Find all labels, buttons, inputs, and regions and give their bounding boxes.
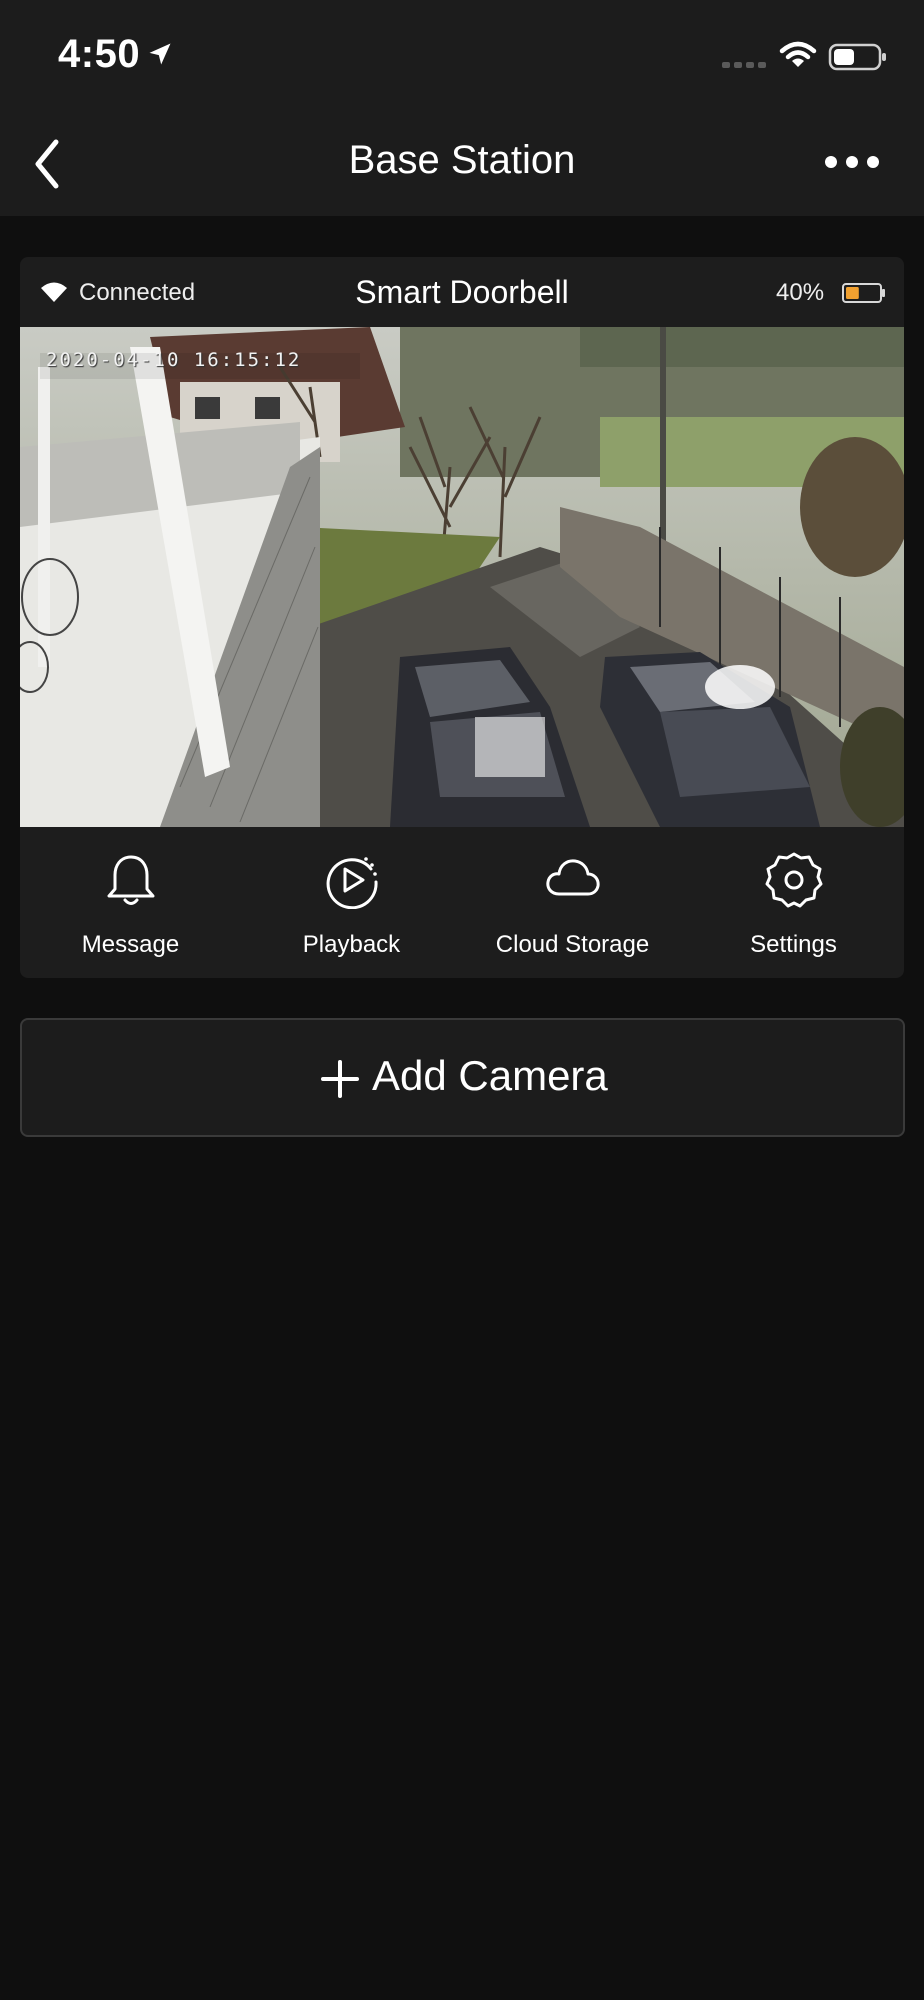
plus-icon bbox=[321, 1060, 359, 1098]
bell-icon bbox=[107, 855, 155, 905]
status-bar: 4:50 bbox=[0, 0, 924, 110]
wifi-icon bbox=[779, 41, 817, 67]
message-button[interactable]: Message bbox=[20, 827, 241, 978]
cellular-signal-icon bbox=[722, 62, 766, 68]
location-arrow-icon bbox=[149, 43, 171, 65]
nav-bar: Base Station bbox=[0, 110, 924, 216]
settings-button[interactable]: Settings bbox=[683, 827, 904, 978]
more-options-button[interactable] bbox=[822, 140, 882, 184]
cloud-storage-button[interactable]: Cloud Storage bbox=[462, 827, 683, 978]
status-time: 4:50 bbox=[58, 32, 141, 76]
device-battery-icon bbox=[842, 283, 885, 303]
settings-label: Settings bbox=[750, 931, 837, 958]
camera-card: Connected Smart Doorbell 40% 2020-04-10 … bbox=[20, 257, 904, 978]
playback-label: Playback bbox=[302, 931, 401, 958]
page-title: Base Station bbox=[348, 138, 576, 182]
cloud-icon bbox=[546, 859, 600, 896]
feed-timestamp: 2020-04-10 16:15:12 bbox=[46, 349, 302, 371]
battery-icon bbox=[828, 43, 886, 71]
message-label: Message bbox=[81, 931, 180, 958]
add-camera-label: Add Camera bbox=[372, 1052, 608, 1099]
battery-percent: 40% bbox=[776, 279, 825, 306]
device-name: Smart Doorbell bbox=[355, 274, 569, 310]
gear-icon bbox=[765, 852, 823, 908]
camera-live-feed[interactable]: 2020-04-10 16:15:12 bbox=[20, 327, 904, 827]
add-camera-button[interactable]: Add Camera bbox=[20, 1018, 905, 1137]
camera-card-header: Connected Smart Doorbell 40% bbox=[20, 257, 904, 327]
cloud-storage-label: Cloud Storage bbox=[495, 931, 650, 958]
camera-action-bar: Message Playback Cloud Storage Settings bbox=[20, 827, 904, 978]
camera-feed-image bbox=[20, 327, 904, 827]
playback-icon bbox=[326, 857, 378, 909]
playback-button[interactable]: Playback bbox=[241, 827, 462, 978]
